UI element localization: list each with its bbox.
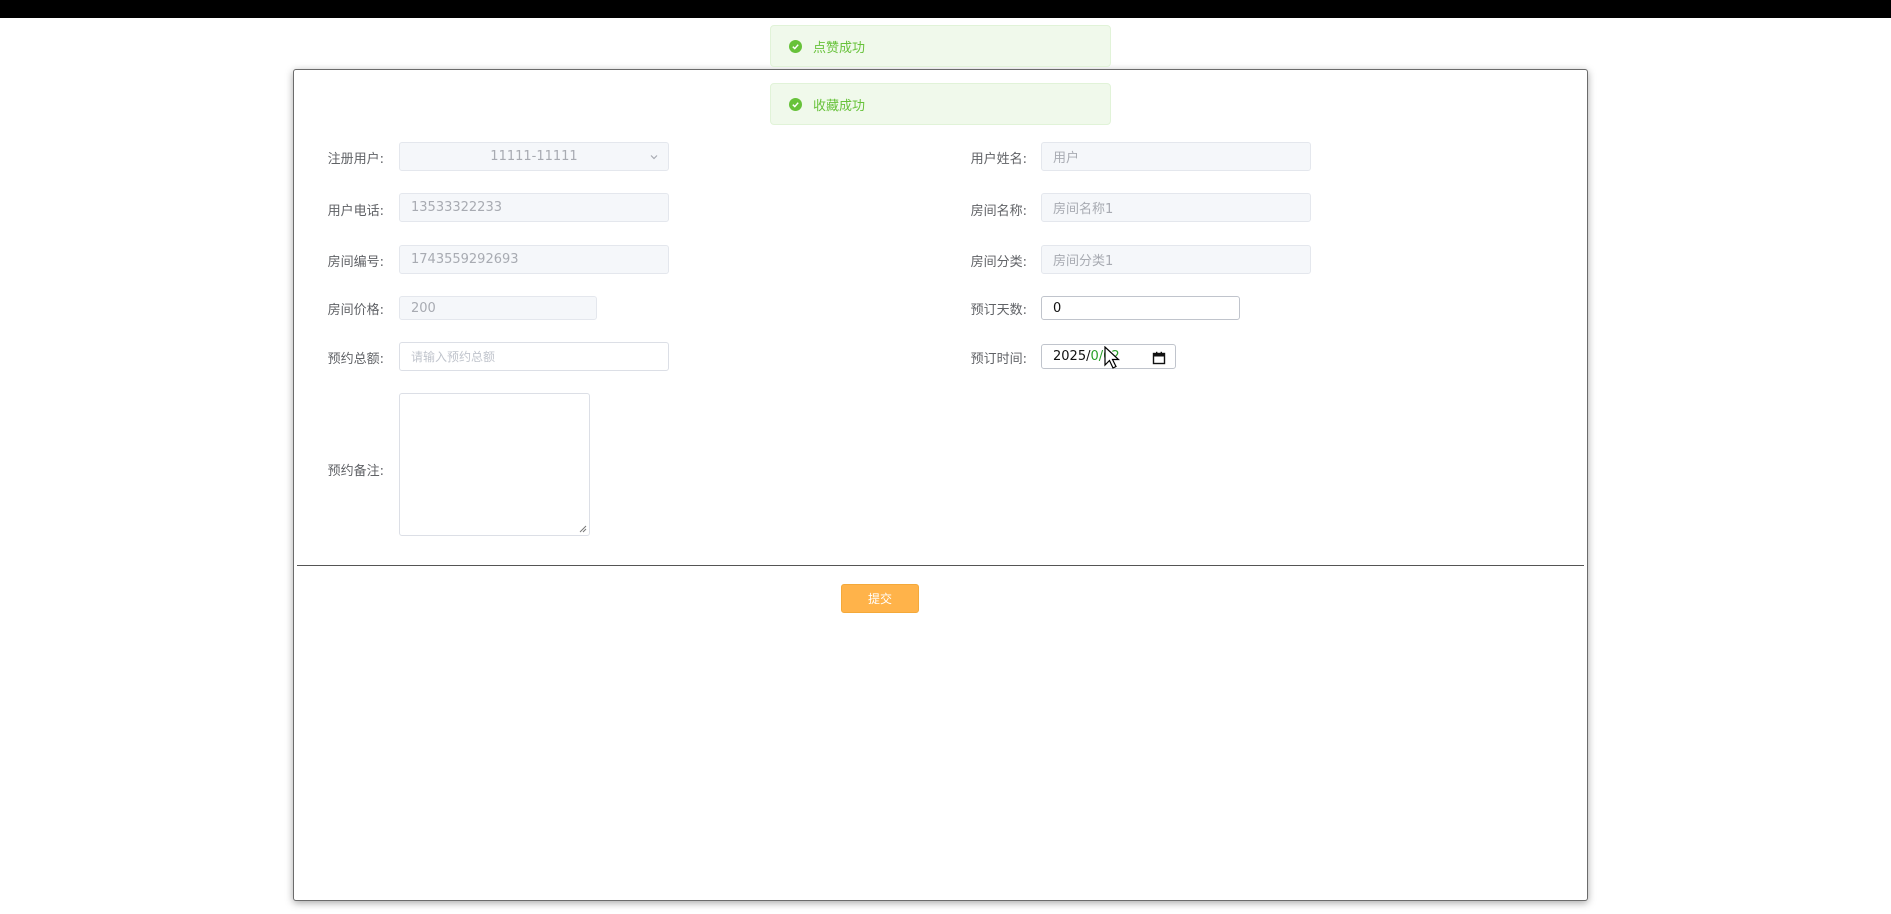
form-divider <box>297 565 1584 566</box>
success-check-icon <box>789 97 802 111</box>
room-category-input[interactable]: 房间分类1 <box>1041 245 1311 274</box>
booking-notes-textarea[interactable] <box>399 393 590 536</box>
booking-days-label: 预订天数: <box>970 303 1027 318</box>
mouse-cursor-icon <box>1104 346 1120 369</box>
booking-notes-label: 预约备注: <box>327 464 384 479</box>
booking-time-label: 预订时间: <box>970 352 1027 367</box>
resize-handle-icon[interactable] <box>578 524 587 533</box>
registered-user-value: 11111-11111 <box>490 149 578 164</box>
booking-days-value: 0 <box>1053 300 1062 316</box>
booking-total-input[interactable]: 请输入预约总额 <box>399 342 669 371</box>
user-name-input[interactable]: 用户 <box>1041 142 1311 171</box>
user-phone-input[interactable]: 13533322233 <box>399 193 669 222</box>
room-number-label: 房间编号: <box>327 255 384 270</box>
toast-message: 收藏成功 <box>813 98 866 114</box>
booking-total-label: 预约总额: <box>327 352 384 367</box>
registered-user-select[interactable]: 11111-11111 <box>399 142 669 171</box>
toast-like-success: 点赞成功 <box>770 25 1111 67</box>
room-name-value: 房间名称1 <box>1053 202 1114 217</box>
user-name-value: 用户 <box>1053 151 1080 166</box>
date-month: 0 <box>1090 349 1099 364</box>
room-price-label: 房间价格: <box>327 303 384 318</box>
room-name-label: 房间名称: <box>970 204 1027 219</box>
room-number-value: 1743559292693 <box>411 252 519 267</box>
top-bar <box>0 0 1891 18</box>
calendar-icon[interactable] <box>1152 351 1166 365</box>
room-category-label: 房间分类: <box>970 255 1027 270</box>
date-year: 2025/ <box>1053 349 1091 364</box>
room-price-input[interactable]: 200 <box>399 296 597 320</box>
user-name-label: 用户姓名: <box>970 152 1027 167</box>
chevron-down-icon <box>650 155 658 160</box>
booking-total-placeholder: 请输入预约总额 <box>411 350 496 364</box>
room-name-input[interactable]: 房间名称1 <box>1041 193 1311 222</box>
room-number-input[interactable]: 1743559292693 <box>399 245 669 274</box>
booking-days-input[interactable]: 0 <box>1041 296 1240 320</box>
toast-message: 点赞成功 <box>813 40 866 56</box>
room-category-value: 房间分类1 <box>1053 254 1114 269</box>
room-price-value: 200 <box>411 300 436 316</box>
registered-user-label: 注册用户: <box>327 152 384 167</box>
submit-button[interactable]: 提交 <box>841 584 919 613</box>
success-check-icon <box>789 39 802 53</box>
toast-favorite-success: 收藏成功 <box>770 83 1111 125</box>
user-phone-value: 13533322233 <box>411 200 502 215</box>
user-phone-label: 用户电话: <box>327 204 384 219</box>
